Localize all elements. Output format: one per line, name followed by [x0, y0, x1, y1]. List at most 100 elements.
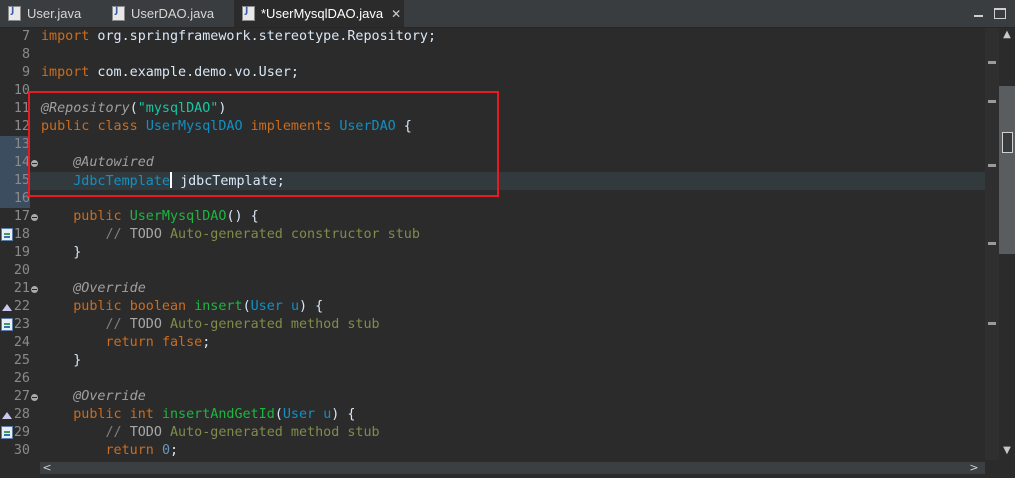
ruler-marker[interactable]	[988, 61, 996, 64]
ruler-marker[interactable]	[988, 322, 996, 325]
line-code: public UserMysqlDAO() {	[41, 208, 258, 226]
code-line: 18 // TODO Auto-generated constructor st…	[0, 226, 985, 244]
code-line: 30 return 0;	[0, 442, 985, 460]
scroll-up-arrow-icon[interactable]: ▲	[999, 28, 1015, 42]
tab-userdao-java[interactable]: UserDAO.java	[104, 0, 228, 27]
line-code: }	[41, 245, 82, 260]
editor-tab-bar: User.java UserDAO.java *UserMysqlDAO.jav…	[0, 0, 1015, 28]
code-text: {	[395, 119, 412, 134]
window-controls	[969, 4, 1009, 22]
scroll-right-arrow-icon[interactable]: >	[967, 460, 981, 476]
code-text: com.example.demo.vo.User;	[89, 65, 299, 80]
line-code: return false;	[41, 334, 211, 352]
annotation: @Override	[73, 389, 146, 404]
horizontal-scrollbar[interactable]: < >	[40, 460, 985, 476]
fold-collapse-icon[interactable]	[31, 214, 38, 221]
code-text: (	[274, 407, 283, 422]
comment: //	[105, 317, 130, 332]
code-line: 20	[0, 262, 985, 280]
line-number: 13	[13, 137, 30, 152]
comment: Auto-generated constructor stub	[161, 227, 420, 242]
ruler-marker[interactable]	[988, 100, 996, 103]
line-number: 12	[13, 119, 30, 134]
line-code: // TODO Auto-generated method stub	[41, 316, 380, 334]
todo-tag: TODO	[129, 227, 162, 242]
horizontal-scroll-thumb[interactable]	[40, 462, 985, 474]
close-icon[interactable]: ✕	[391, 7, 401, 21]
comment: //	[105, 227, 130, 242]
code-text: (	[242, 299, 251, 314]
line-code: }	[41, 353, 82, 368]
tab-label: UserDAO.java	[131, 6, 215, 21]
line-number: 7	[21, 29, 30, 44]
fold-collapse-icon[interactable]	[31, 286, 38, 293]
line-number: 8	[21, 47, 30, 62]
class-name: UserMysqlDAO	[145, 119, 243, 134]
class-name: User	[250, 299, 283, 314]
line-code: // TODO Auto-generated constructor stub	[41, 226, 420, 244]
fold-collapse-icon[interactable]	[31, 160, 38, 167]
code-line: 24 return false;	[0, 334, 985, 352]
scroll-down-arrow-icon[interactable]: ▼	[999, 444, 1015, 458]
code-text: (	[129, 101, 138, 116]
code-text: ) {	[299, 299, 324, 314]
annotation: @Override	[73, 281, 146, 296]
ruler-marker[interactable]	[988, 164, 996, 167]
code-text: ;	[202, 335, 211, 350]
code-line: 16	[0, 190, 985, 208]
scroll-left-arrow-icon[interactable]: <	[40, 460, 54, 476]
code-line: 9 import com.example.demo.vo.User;	[0, 64, 985, 82]
keyword: import	[41, 65, 90, 80]
line-code: import org.springframework.stereotype.Re…	[41, 28, 436, 46]
tab-label: *UserMysqlDAO.java	[261, 6, 384, 21]
line-number: 28	[13, 407, 30, 422]
line-code: return 0;	[41, 442, 179, 460]
minimize-icon	[973, 15, 983, 17]
code-line: 21 @Override	[0, 280, 985, 298]
keyword: public	[73, 299, 122, 314]
line-code: public class UserMysqlDAO implements Use…	[41, 118, 412, 136]
method-name: insertAndGetId	[161, 407, 275, 422]
tab-user-java[interactable]: User.java	[0, 0, 98, 27]
parameter-name: u	[290, 299, 299, 314]
vertical-scroll-thumb[interactable]	[999, 86, 1015, 254]
comment: Auto-generated method stub	[161, 317, 380, 332]
code-line: 19 }	[0, 244, 985, 262]
code-text: jdbcTemplate;	[180, 174, 285, 189]
scrollbar-corner	[985, 460, 1015, 478]
ruler-marker[interactable]	[988, 242, 996, 245]
tab-usermysqldao-java[interactable]: *UserMysqlDAO.java ✕	[234, 0, 404, 27]
class-name: User	[282, 407, 316, 422]
code-line: 22 public boolean insert(User u) {	[0, 298, 985, 316]
minimize-button[interactable]	[969, 4, 987, 22]
vertical-scrollbar[interactable]: ▲ ▼	[999, 28, 1015, 460]
keyword: boolean	[129, 299, 187, 314]
code-text: )	[218, 101, 227, 116]
keyword: public	[73, 209, 122, 224]
maximize-button[interactable]	[991, 4, 1009, 22]
code-line: 11 @Repository("mysqlDAO")	[0, 100, 985, 118]
code-editor[interactable]: 7 import org.springframework.stereotype.…	[0, 28, 985, 460]
line-number: 27	[13, 389, 30, 404]
keyword: return	[105, 335, 154, 350]
line-code: @Repository("mysqlDAO")	[41, 100, 226, 118]
line-number: 30	[13, 443, 30, 458]
line-number: 10	[13, 83, 30, 98]
code-line: 13	[0, 136, 985, 154]
line-number: 23	[13, 317, 30, 332]
keyword: return	[105, 443, 154, 458]
fold-collapse-icon[interactable]	[31, 394, 38, 401]
line-code: import com.example.demo.vo.User;	[41, 64, 299, 82]
overview-ruler[interactable]	[985, 28, 999, 460]
line-number: 22	[13, 299, 30, 314]
